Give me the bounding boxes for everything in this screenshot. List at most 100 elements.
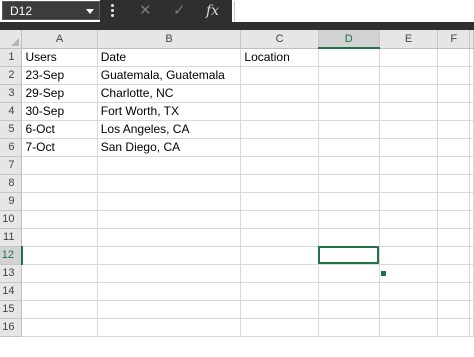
cell-b12[interactable]: [97, 246, 242, 265]
cell-a4[interactable]: 30-Sep: [21, 102, 98, 121]
cell-b10[interactable]: [97, 210, 242, 229]
cell-c8[interactable]: [240, 174, 319, 193]
cell-e9[interactable]: [379, 192, 439, 211]
row-header[interactable]: 1: [0, 48, 23, 67]
cell-b7[interactable]: [97, 156, 242, 175]
cell-d15[interactable]: [318, 300, 380, 319]
cell-g11[interactable]: [469, 228, 474, 247]
cell-a12[interactable]: [21, 246, 98, 265]
cell-c1[interactable]: Location: [240, 48, 319, 67]
cell-a3[interactable]: 29-Sep: [21, 84, 98, 103]
cell-d11[interactable]: [318, 228, 380, 247]
cell-a14[interactable]: [21, 282, 98, 301]
cancel-icon[interactable]: ✕: [139, 2, 152, 20]
cell-b1[interactable]: Date: [97, 48, 242, 67]
cell-e1[interactable]: [379, 48, 439, 67]
cell-a10[interactable]: [21, 210, 98, 229]
cell-b13[interactable]: [97, 264, 242, 283]
cell-g4[interactable]: [469, 102, 474, 121]
cell-c6[interactable]: [240, 138, 319, 157]
cell-e11[interactable]: [379, 228, 439, 247]
row-header[interactable]: 12: [0, 246, 23, 265]
row-header[interactable]: 9: [0, 192, 23, 211]
cell-e16[interactable]: [379, 318, 439, 337]
cell-a5[interactable]: 6-Oct: [21, 120, 98, 139]
cell-e14[interactable]: [379, 282, 439, 301]
cell-f10[interactable]: [437, 210, 470, 229]
cell-e6[interactable]: [379, 138, 439, 157]
cell-d13[interactable]: [318, 264, 380, 283]
cell-b8[interactable]: [97, 174, 242, 193]
cell-d16[interactable]: [318, 318, 380, 337]
cell-a9[interactable]: [21, 192, 98, 211]
cell-d14[interactable]: [318, 282, 380, 301]
cell-c7[interactable]: [240, 156, 319, 175]
column-header-g[interactable]: [469, 30, 474, 49]
formula-input[interactable]: [234, 1, 474, 21]
cell-e3[interactable]: [379, 84, 439, 103]
cell-g7[interactable]: [469, 156, 474, 175]
cell-b5[interactable]: Los Angeles, CA: [97, 120, 242, 139]
cell-g12[interactable]: [469, 246, 474, 265]
cell-g9[interactable]: [469, 192, 474, 211]
cell-d7[interactable]: [318, 156, 380, 175]
active-cell[interactable]: [318, 246, 380, 265]
cell-f15[interactable]: [437, 300, 470, 319]
cell-g8[interactable]: [469, 174, 474, 193]
cell-a11[interactable]: [21, 228, 98, 247]
cell-f4[interactable]: [437, 102, 470, 121]
row-header[interactable]: 14: [0, 282, 23, 301]
cell-c14[interactable]: [240, 282, 319, 301]
cell-a6[interactable]: 7-Oct: [21, 138, 98, 157]
cell-g14[interactable]: [469, 282, 474, 301]
cell-c11[interactable]: [240, 228, 319, 247]
row-header[interactable]: 15: [0, 300, 23, 319]
cell-e8[interactable]: [379, 174, 439, 193]
cell-f11[interactable]: [437, 228, 470, 247]
more-options-icon[interactable]: [111, 4, 114, 18]
cell-a8[interactable]: [21, 174, 98, 193]
column-header-d[interactable]: D: [318, 30, 380, 49]
column-header-b[interactable]: B: [97, 30, 242, 49]
cell-a15[interactable]: [21, 300, 98, 319]
cell-c15[interactable]: [240, 300, 319, 319]
insert-function-icon[interactable]: fx: [206, 2, 219, 20]
cell-b14[interactable]: [97, 282, 242, 301]
cell-d5[interactable]: [318, 120, 380, 139]
cell-g1[interactable]: [469, 48, 474, 67]
cell-c16[interactable]: [240, 318, 319, 337]
cell-a1[interactable]: Users: [21, 48, 98, 67]
cell-g5[interactable]: [469, 120, 474, 139]
row-header[interactable]: 6: [0, 138, 23, 157]
cell-b11[interactable]: [97, 228, 242, 247]
cell-b4[interactable]: Fort Worth, TX: [97, 102, 242, 121]
cell-e12[interactable]: [379, 246, 439, 265]
cell-f12[interactable]: [437, 246, 470, 265]
row-header[interactable]: 5: [0, 120, 23, 139]
cell-g6[interactable]: [469, 138, 474, 157]
cell-b16[interactable]: [97, 318, 242, 337]
cell-b9[interactable]: [97, 192, 242, 211]
cell-f5[interactable]: [437, 120, 470, 139]
cell-c13[interactable]: [240, 264, 319, 283]
cell-d4[interactable]: [318, 102, 380, 121]
cell-f6[interactable]: [437, 138, 470, 157]
cell-e4[interactable]: [379, 102, 439, 121]
cell-g13[interactable]: [469, 264, 474, 283]
cell-e2[interactable]: [379, 66, 439, 85]
cell-b3[interactable]: Charlotte, NC: [97, 84, 242, 103]
chevron-down-icon[interactable]: [86, 9, 94, 14]
cell-a7[interactable]: [21, 156, 98, 175]
cell-g3[interactable]: [469, 84, 474, 103]
cell-d2[interactable]: [318, 66, 380, 85]
cell-e13[interactable]: [379, 264, 439, 283]
cell-a2[interactable]: 23-Sep: [21, 66, 98, 85]
row-header[interactable]: 2: [0, 66, 23, 85]
cell-g2[interactable]: [469, 66, 474, 85]
enter-icon[interactable]: ✓: [173, 2, 186, 20]
cell-c9[interactable]: [240, 192, 319, 211]
cell-g15[interactable]: [469, 300, 474, 319]
fill-handle[interactable]: [380, 270, 387, 277]
cell-f13[interactable]: [437, 264, 470, 283]
row-header[interactable]: 8: [0, 174, 23, 193]
